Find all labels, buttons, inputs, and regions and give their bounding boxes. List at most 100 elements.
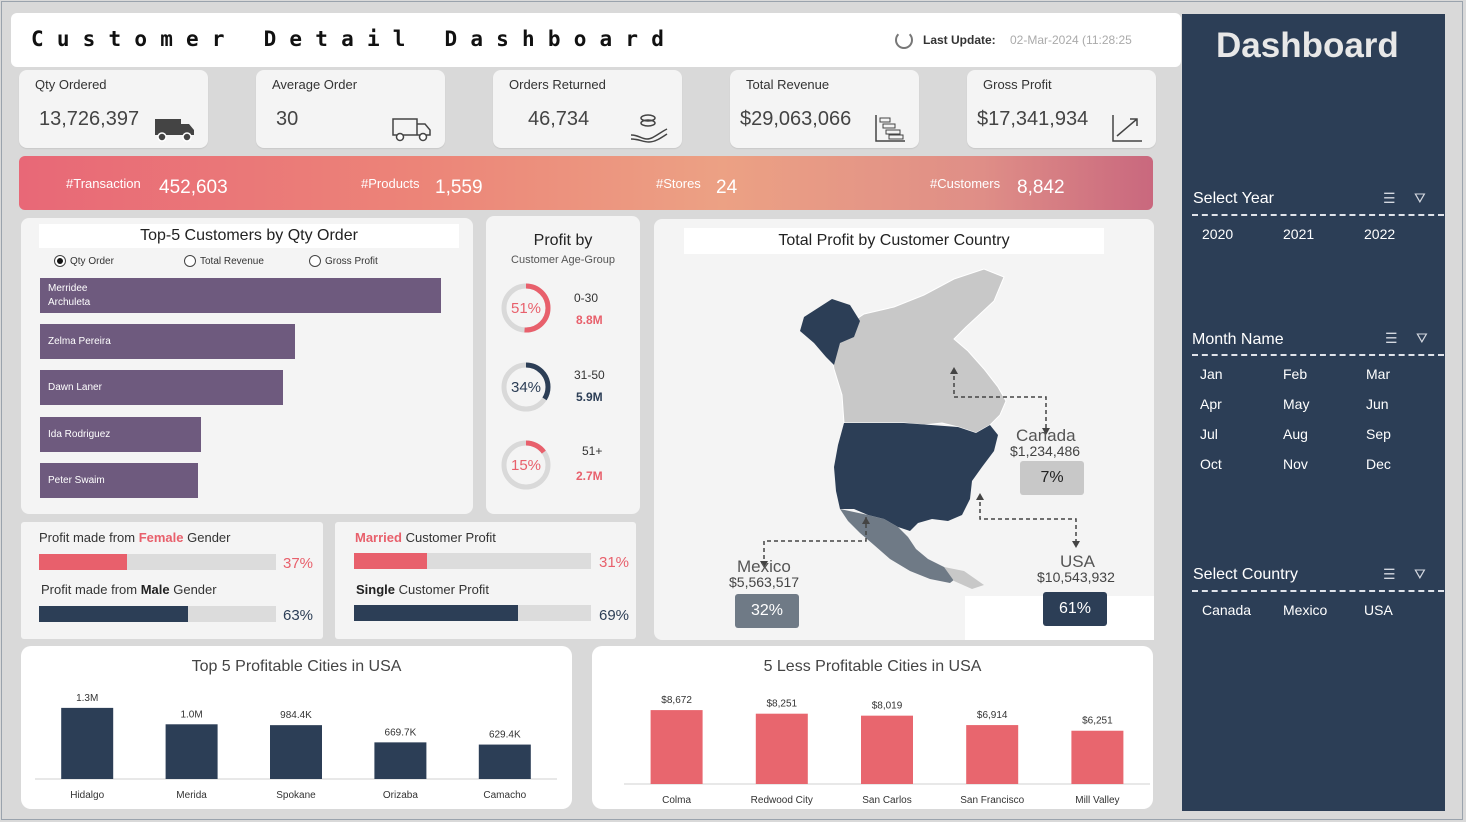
bar-value-label: 1.0M [180,709,202,720]
category-label: San Francisco [960,795,1024,806]
clear-filter-icon[interactable]: ⛛ [1416,330,1428,347]
radio-selected-icon [54,255,66,267]
month-option[interactable]: Dec [1366,456,1391,472]
female-profit-bar [39,554,276,570]
bar-value-label: 629.4K [489,730,521,741]
delivery-van-icon [392,118,431,142]
month-option[interactable]: Aug [1283,426,1308,442]
page-title: Customer Detail Dashboard [31,27,678,51]
marital-profit-card: Married Customer Profit 31% Single Custo… [335,522,636,639]
male-profit-label: Profit made from Male Gender [41,582,217,597]
bar [650,710,703,784]
single-profit-fill [354,605,518,621]
category-label: San Carlos [862,795,911,806]
customer-bar[interactable]: Zelma Pereira [40,324,295,359]
married-profit-label: Married Customer Profit [355,530,496,545]
multiselect-icon[interactable]: ☰ [1385,330,1398,347]
country-option[interactable]: Canada [1202,602,1251,618]
married-profit-pct: 31% [599,554,630,571]
age-value: 5.9M [576,390,603,404]
customer-bar[interactable]: Merridee Archuleta [40,278,441,313]
country-value: $5,563,517 [729,574,800,590]
slicer-divider [1192,214,1444,216]
kpi-average-order: Average Order 30 [256,70,445,148]
category-label: Colma [662,795,691,806]
category-label: Hidalgo [70,790,104,801]
country-option[interactable]: USA [1364,602,1393,618]
month-option[interactable]: Jul [1200,426,1218,442]
kpi-label: Gross Profit [983,77,1052,92]
age-group: 0-30 [574,291,599,305]
bar [861,715,913,784]
customer-bar[interactable]: Peter Swaim [40,463,199,498]
canada-region [829,268,1007,434]
kpi-qty-ordered: Qty Ordered 13,726,397 [19,70,208,148]
products-value: 1,559 [435,177,483,198]
stores-value: 24 [716,177,738,198]
last-update-value: 02-Mar-2024 (11:28:25 [1010,33,1132,47]
radio-qty-order[interactable]: Qty Order [54,255,114,267]
multiselect-icon[interactable]: ☰ [1383,190,1396,207]
bar [270,725,322,779]
panel-title: Dashboard [1216,26,1399,65]
radio-empty-icon [309,255,321,267]
multiselect-icon[interactable]: ☰ [1383,566,1396,583]
month-option[interactable]: Nov [1283,456,1308,472]
single-profit-label: Single Customer Profit [356,582,489,597]
transaction-label: #Transaction [66,176,141,191]
map-card: Total Profit by Customer Country Canada … [654,219,1154,640]
last-update-label: Last Update: [923,33,996,47]
male-profit-bar [39,606,276,622]
month-option[interactable]: Feb [1283,366,1307,382]
clear-filter-icon[interactable]: ⛛ [1414,566,1426,583]
customers-label: #Customers [930,176,1001,191]
month-option[interactable]: Oct [1200,456,1222,472]
kpi-value: 46,734 [528,108,590,130]
male-profit-fill [39,606,189,622]
radio-total-revenue[interactable]: Total Revenue [184,255,264,267]
female-profit-label: Profit made from Female Gender [39,530,231,545]
radio-label: Qty Order [70,255,114,267]
year-option[interactable]: 2021 [1283,226,1314,242]
category-label: Merida [176,790,207,801]
bar-value-label: 669.7K [385,727,417,738]
products-label: #Products [361,176,420,191]
country-option[interactable]: Mexico [1283,602,1327,618]
year-option[interactable]: 2020 [1202,226,1233,242]
stores-label: #Stores [656,176,701,191]
age-pct: 51% [510,300,542,317]
trend-up-icon [1112,115,1142,142]
customer-bar[interactable]: Ida Rodriguez [40,417,202,452]
refresh-icon[interactable] [895,31,913,49]
hand-coins-icon [630,114,668,143]
customer-name: Dawn Laner [48,382,102,393]
age-value: 2.7M [576,469,603,483]
clear-filter-icon[interactable]: ⛛ [1414,190,1426,207]
bar-value-label: $8,251 [767,699,798,710]
married-profit-bar [354,553,591,569]
bar-value-label: $6,914 [977,710,1008,721]
year-option[interactable]: 2022 [1364,226,1395,242]
kpi-gross-profit: Gross Profit $17,341,934 [967,70,1156,148]
month-option[interactable]: Apr [1200,396,1222,412]
country-pct: 7% [1020,461,1084,495]
bar-chart-icon [875,115,905,142]
month-option[interactable]: Sep [1366,426,1391,442]
customer-bar[interactable]: Dawn Laner [40,370,283,405]
month-option[interactable]: Jun [1366,396,1389,412]
kpi-value: 13,726,397 [39,108,140,130]
filter-panel: Dashboard Select Year ☰ ⛛ 2020 2021 2022… [1182,14,1445,811]
month-option[interactable]: Jan [1200,366,1223,382]
age-group: 31-50 [574,368,605,382]
month-option[interactable]: Mar [1366,366,1390,382]
month-option[interactable]: May [1283,396,1309,412]
bar-value-label: $8,019 [872,701,903,712]
age-subtitle: Customer Age-Group [511,254,615,266]
top-customers-card: Top-5 Customers by Qty Order Qty Order T… [21,218,473,514]
male-profit-pct: 63% [283,607,314,624]
radio-gross-profit[interactable]: Gross Profit [309,255,378,267]
radio-label: Total Revenue [200,255,264,267]
customer-name: Ida Rodriguez [48,429,111,440]
slicer-divider [1192,354,1444,356]
kpi-value: $17,341,934 [977,108,1089,130]
